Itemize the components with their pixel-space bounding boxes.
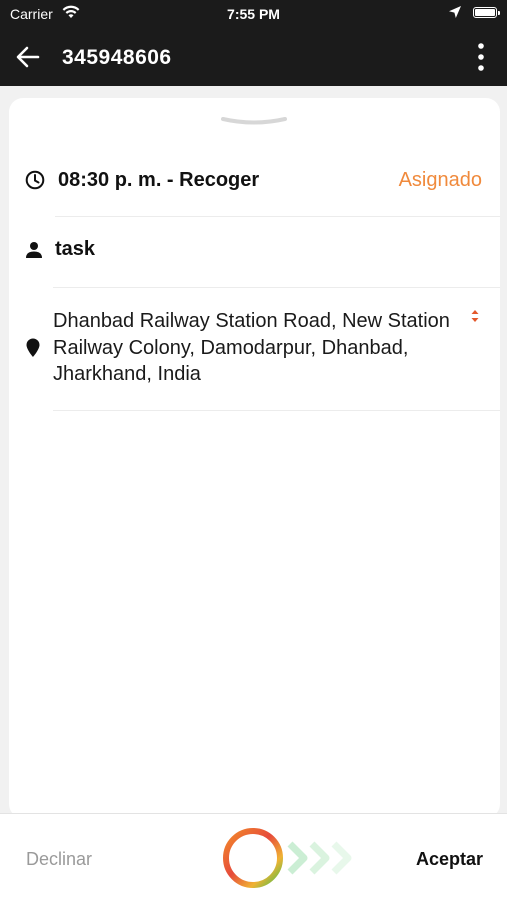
clock-time: 7:55 PM — [227, 6, 280, 22]
clock-icon — [25, 170, 45, 190]
task-name: task — [55, 238, 96, 260]
task-detail-card: 08:30 p. m. - Recoger Asignado task Dhan… — [9, 98, 500, 818]
page-title: 345948606 — [62, 46, 172, 69]
decline-button[interactable]: Declinar — [26, 849, 92, 870]
task-name-row: task — [9, 228, 500, 274]
action-bar: Declinar Aceptar — [0, 813, 507, 901]
battery-icon — [473, 7, 500, 18]
pickup-time-label: 08:30 p. m. - Recoger — [58, 169, 260, 191]
divider — [55, 216, 500, 217]
person-icon — [26, 242, 42, 258]
pickup-time-row: 08:30 p. m. - Recoger Asignado — [9, 156, 500, 204]
more-vertical-icon[interactable] — [477, 42, 485, 72]
drag-handle[interactable] — [221, 116, 287, 126]
arrow-left-icon[interactable] — [14, 43, 42, 71]
divider — [53, 410, 500, 411]
chevrons-right-icon — [287, 841, 352, 875]
pickup-address: Dhanbad Railway Station Road, New Statio… — [53, 310, 450, 385]
app-header: 345948606 — [0, 28, 507, 86]
location-arrow-icon — [449, 6, 461, 18]
swipe-ring-icon[interactable] — [221, 826, 285, 890]
status-badge: Asignado — [398, 169, 482, 191]
accept-button[interactable]: Aceptar — [416, 849, 483, 870]
address-row: Dhanbad Railway Station Road, New Statio… — [9, 308, 500, 390]
reorder-arrows-icon[interactable] — [470, 308, 480, 324]
map-pin-icon — [26, 338, 40, 357]
status-bar: Carrier 7:55 PM — [0, 0, 507, 28]
divider — [53, 287, 500, 288]
